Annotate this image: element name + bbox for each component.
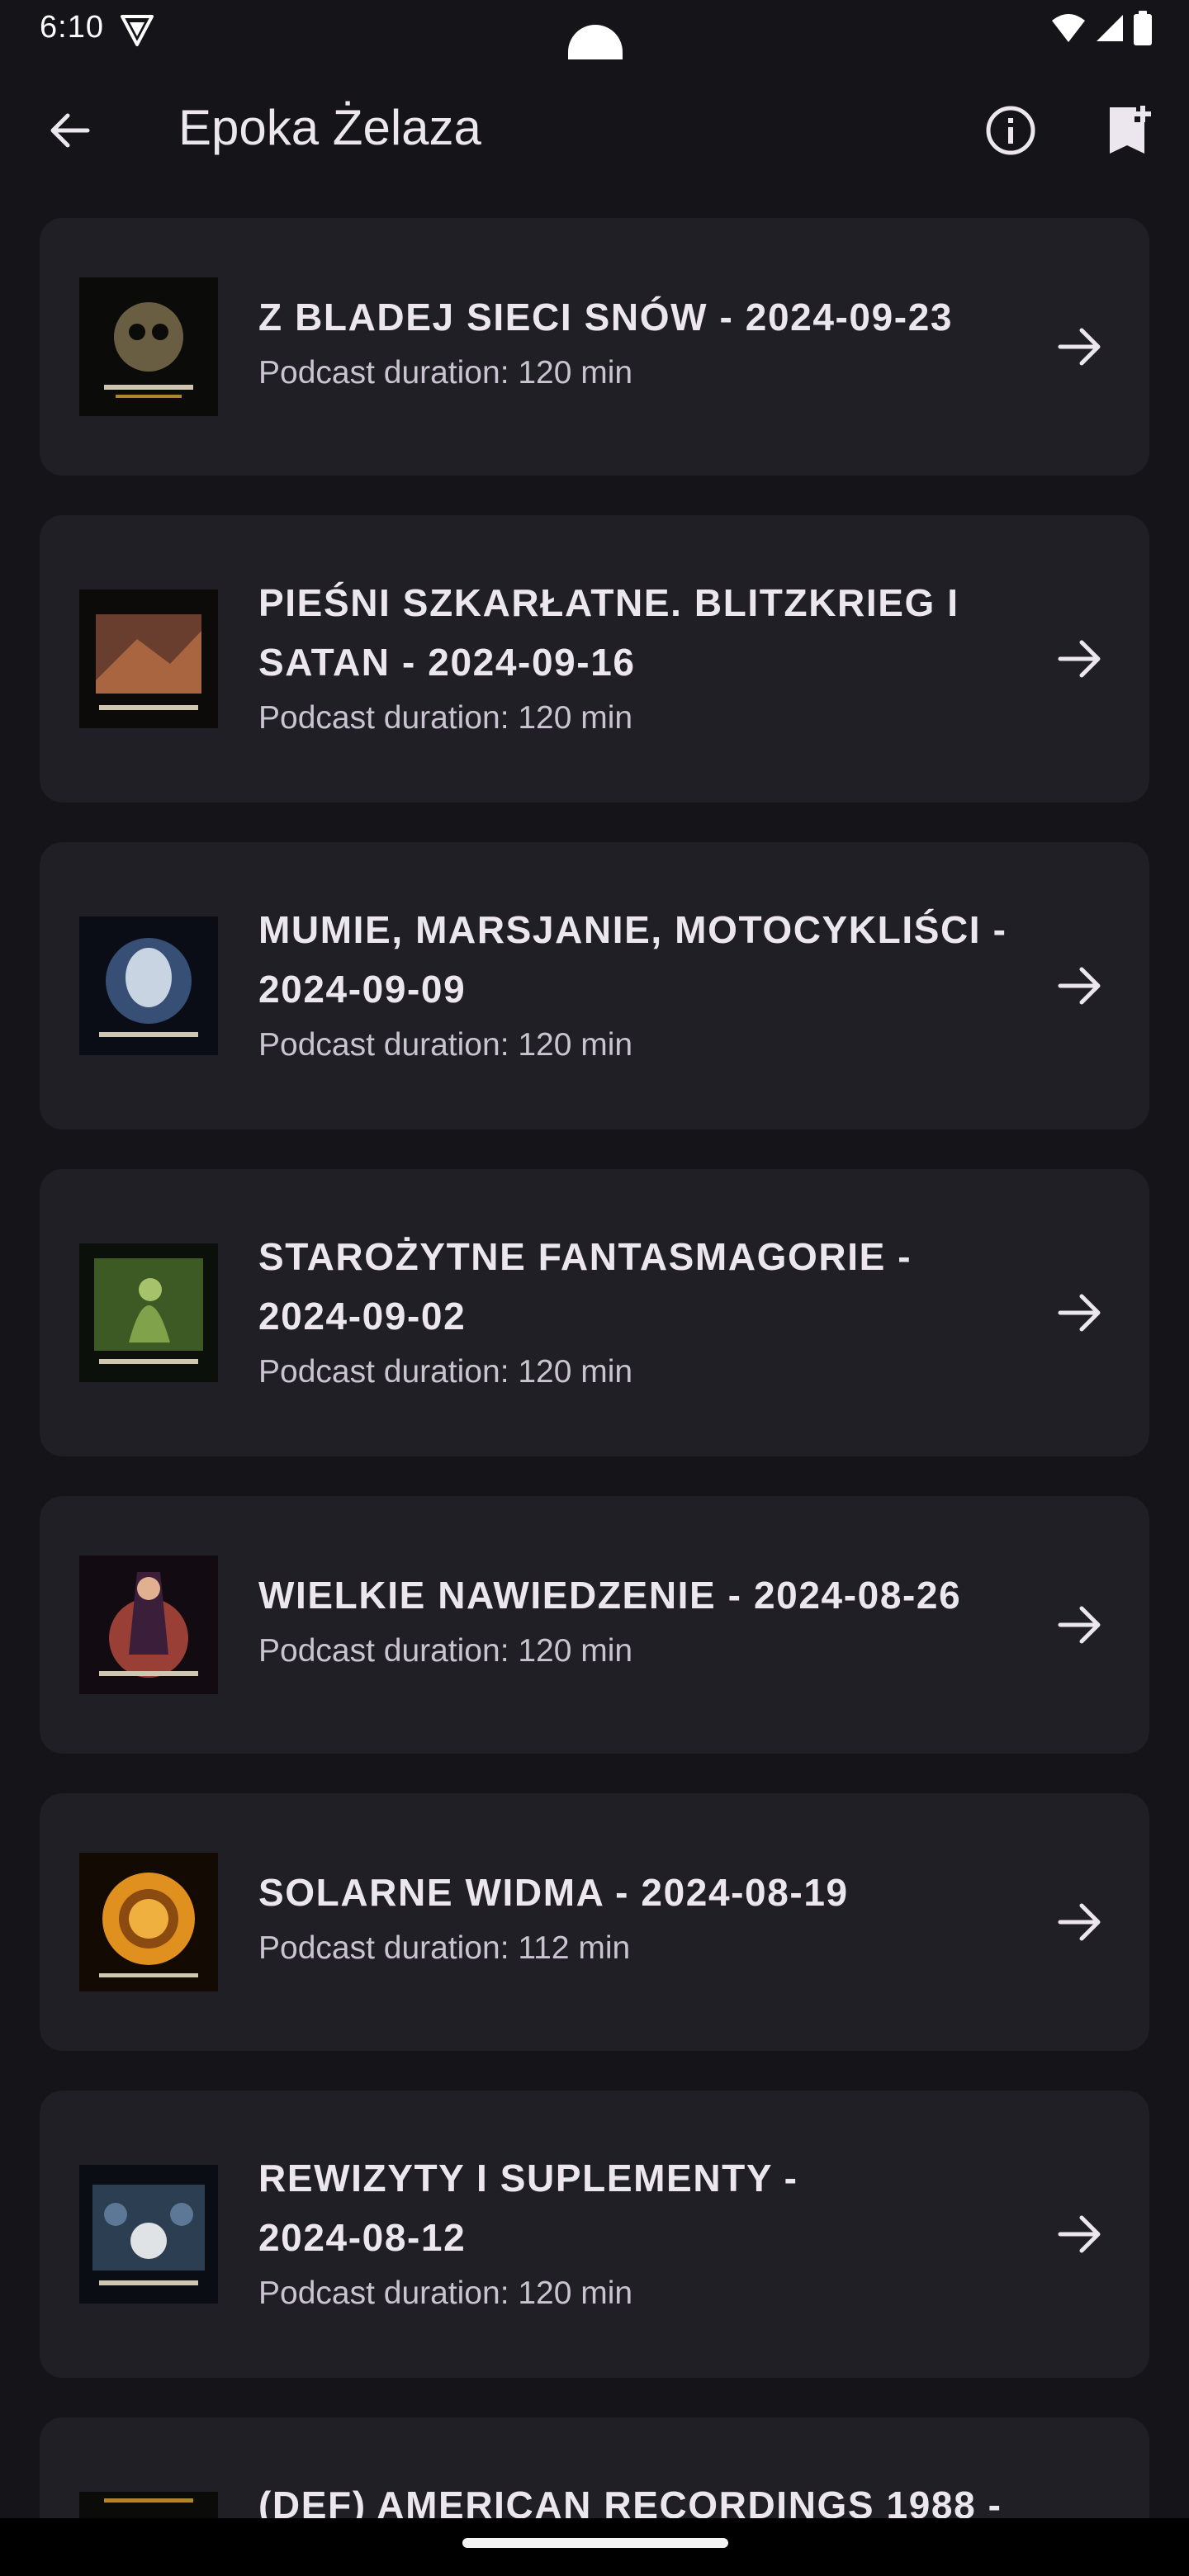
bookmark-add-icon bbox=[1110, 106, 1151, 154]
episode-duration: Podcast duration: 120 min bbox=[258, 2275, 633, 2311]
wifi-icon bbox=[1050, 12, 1087, 48]
episode-duration: Podcast duration: 120 min bbox=[258, 1027, 633, 1063]
episode-card[interactable]: STAROŻYTNE FANTASMAGORIE - 2024-09-02 Po… bbox=[40, 1169, 1149, 1456]
episode-thumbnail bbox=[79, 2165, 218, 2304]
episode-text: STAROŻYTNE FANTASMAGORIE - 2024-09-02 Po… bbox=[258, 1227, 1043, 1399]
episode-card[interactable]: WIELKIE NAWIEDZENIE - 2024-08-26 Podcast… bbox=[40, 1496, 1149, 1754]
episode-list[interactable]: Z BLADEJ SIECI SNÓW - 2024-09-23 Podcast… bbox=[40, 218, 1149, 2518]
vpn-icon bbox=[119, 12, 155, 48]
cellular-signal-icon bbox=[1095, 13, 1125, 47]
episode-title: 2024-08-12 bbox=[258, 2216, 467, 2259]
episode-text: REWIZYTY I SUPLEMENTY - 2024-08-12 Podca… bbox=[258, 2148, 1043, 2320]
episode-title: SOLARNE WIDMA - 2024-08-19 bbox=[258, 1871, 849, 1914]
navigation-bar bbox=[0, 2518, 1189, 2576]
episode-title: WIELKIE NAWIEDZENIE - 2024-08-26 bbox=[258, 1574, 962, 1617]
gesture-handle[interactable] bbox=[462, 2538, 728, 2548]
episode-text: WIELKIE NAWIEDZENIE - 2024-08-26 Podcast… bbox=[258, 1565, 1043, 1678]
status-icons bbox=[1050, 10, 1153, 50]
arrow-back-icon bbox=[50, 113, 90, 148]
episode-duration: Podcast duration: 120 min bbox=[258, 1354, 633, 1390]
episode-thumbnail bbox=[79, 1853, 218, 1991]
info-button[interactable] bbox=[974, 94, 1047, 167]
episode-thumbnail bbox=[79, 1556, 218, 1694]
arrow-forward-icon bbox=[1058, 1903, 1101, 1941]
arrow-forward-icon bbox=[1058, 967, 1101, 1005]
arrow-forward-icon bbox=[1058, 1294, 1101, 1332]
back-button[interactable] bbox=[33, 94, 106, 167]
episode-text: MUMIE, MARSJANIE, MOTOCYKLIŚCI - 2024-09… bbox=[258, 900, 1043, 1072]
arrow-forward-icon bbox=[1058, 1606, 1101, 1644]
arrow-forward-icon bbox=[1058, 640, 1101, 678]
episode-title: MUMIE, MARSJANIE, MOTOCYKLIŚCI - bbox=[258, 908, 1007, 951]
episode-thumbnail bbox=[79, 2492, 218, 2518]
episode-duration: Podcast duration: 120 min bbox=[258, 355, 633, 391]
episode-title: 2024-09-02 bbox=[258, 1295, 467, 1338]
episode-thumbnail bbox=[79, 1243, 218, 1382]
episode-duration: Podcast duration: 112 min bbox=[258, 1930, 631, 1966]
status-time: 6:10 bbox=[40, 10, 104, 45]
episode-thumbnail bbox=[79, 590, 218, 728]
episode-text: (DEF) AMERICAN RECORDINGS 1988 - bbox=[258, 2475, 1043, 2518]
episode-card[interactable]: Z BLADEJ SIECI SNÓW - 2024-09-23 Podcast… bbox=[40, 218, 1149, 476]
episode-title: SATAN - 2024-09-16 bbox=[258, 641, 636, 684]
episode-text: PIEŚNI SZKARŁATNE. BLITZKRIEG I SATAN - … bbox=[258, 573, 1043, 745]
camera-cutout bbox=[568, 25, 623, 59]
episode-card[interactable]: (DEF) AMERICAN RECORDINGS 1988 - bbox=[40, 2417, 1149, 2518]
episode-card[interactable]: MUMIE, MARSJANIE, MOTOCYKLIŚCI - 2024-09… bbox=[40, 842, 1149, 1129]
episode-thumbnail bbox=[79, 916, 218, 1055]
bookmark-add-button[interactable] bbox=[1093, 94, 1166, 167]
arrow-forward-icon bbox=[1058, 2215, 1101, 2253]
arrow-forward-icon bbox=[1058, 328, 1101, 366]
page-title: Epoka Żelaza bbox=[178, 100, 481, 155]
episode-title: Z BLADEJ SIECI SNÓW - 2024-09-23 bbox=[258, 296, 954, 339]
episode-title: PIEŚNI SZKARŁATNE. BLITZKRIEG I bbox=[258, 581, 959, 624]
episode-thumbnail bbox=[79, 277, 218, 416]
app-bar: Epoka Żelaza bbox=[0, 66, 1189, 190]
episode-title: STAROŻYTNE FANTASMAGORIE - bbox=[258, 1235, 912, 1278]
battery-icon bbox=[1133, 10, 1153, 50]
episode-duration: Podcast duration: 120 min bbox=[258, 700, 633, 736]
episode-card[interactable]: SOLARNE WIDMA - 2024-08-19 Podcast durat… bbox=[40, 1793, 1149, 2051]
episode-text: SOLARNE WIDMA - 2024-08-19 Podcast durat… bbox=[258, 1863, 1043, 1975]
episode-title: 2024-09-09 bbox=[258, 968, 467, 1011]
episode-text: Z BLADEJ SIECI SNÓW - 2024-09-23 Podcast… bbox=[258, 287, 1043, 400]
episode-card[interactable]: PIEŚNI SZKARŁATNE. BLITZKRIEG I SATAN - … bbox=[40, 515, 1149, 803]
episode-duration: Podcast duration: 120 min bbox=[258, 1633, 633, 1669]
episode-title: REWIZYTY I SUPLEMENTY - bbox=[258, 2157, 798, 2200]
episode-title: (DEF) AMERICAN RECORDINGS 1988 - bbox=[258, 2484, 1002, 2518]
episode-card[interactable]: REWIZYTY I SUPLEMENTY - 2024-08-12 Podca… bbox=[40, 2091, 1149, 2378]
info-icon bbox=[986, 106, 1035, 155]
status-bar: 6:10 bbox=[0, 0, 1189, 59]
